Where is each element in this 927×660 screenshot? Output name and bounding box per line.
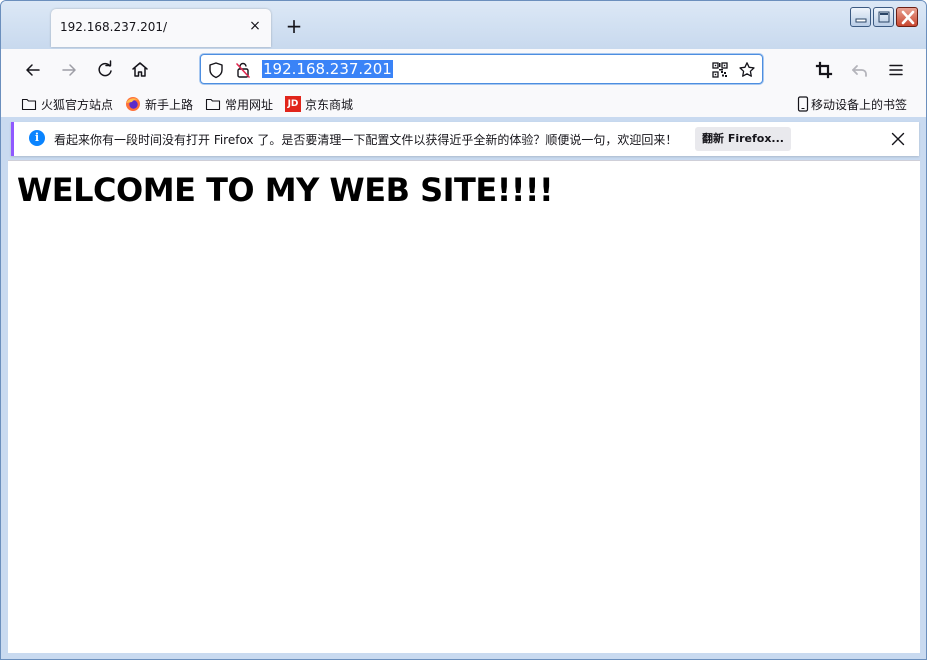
- screenshot-button[interactable]: [812, 58, 836, 82]
- shield-icon[interactable]: [207, 61, 225, 79]
- new-tab-button[interactable]: +: [284, 16, 304, 36]
- bookmark-common-sites[interactable]: 常用网址: [205, 95, 273, 113]
- mobile-bookmarks-label: 移动设备上的书签: [811, 97, 908, 112]
- close-icon[interactable]: [889, 130, 907, 148]
- undo-arrow-icon: [852, 65, 867, 77]
- hamburger-menu-icon: [889, 64, 903, 76]
- close-window-button[interactable]: [896, 7, 918, 27]
- mobile-device-icon: [797, 96, 809, 112]
- page-heading: WELCOME TO MY WEB SITE!!!!: [17, 171, 554, 209]
- bookmark-label: 火狐官方站点: [41, 97, 114, 112]
- minimize-button[interactable]: [850, 7, 871, 27]
- folder-icon: [21, 96, 37, 112]
- undo-button[interactable]: [848, 58, 872, 82]
- info-icon: i: [29, 130, 45, 146]
- qr-code-icon[interactable]: [711, 61, 729, 79]
- reload-icon: [98, 60, 112, 77]
- forward-button[interactable]: [57, 58, 81, 82]
- bookmark-label: 常用网址: [225, 97, 274, 112]
- bookmark-label: 新手上路: [145, 97, 194, 112]
- back-button[interactable]: [21, 58, 45, 82]
- mobile-bookmarks[interactable]: 移动设备上的书签: [797, 95, 907, 113]
- folder-icon: [205, 96, 221, 112]
- notification-message: 看起来你有一段时间没有打开 Firefox 了。是否要清理一下配置文件以获得近乎…: [54, 133, 678, 147]
- arrow-right-icon: [62, 64, 76, 76]
- home-button[interactable]: [128, 58, 152, 82]
- bookmark-jd-mall[interactable]: JD 京东商城: [285, 95, 353, 113]
- crop-icon: [815, 61, 833, 79]
- reload-button[interactable]: [93, 58, 117, 82]
- maximize-button[interactable]: [873, 7, 894, 27]
- bookmark-getting-started[interactable]: 新手上路: [125, 95, 193, 113]
- minimize-icon: [855, 18, 867, 23]
- firefox-icon: [125, 96, 141, 112]
- tab-title: 192.168.237.201/: [60, 20, 168, 34]
- insecure-lock-icon[interactable]: [234, 61, 252, 79]
- bookmark-firefox-official[interactable]: 火狐官方站点: [21, 95, 113, 113]
- star-bookmark-icon[interactable]: [738, 61, 756, 79]
- menu-button[interactable]: [884, 58, 908, 82]
- browser-window: 192.168.237.201/ × + 192.168.237.201 火狐官…: [0, 0, 927, 660]
- notification-bar: i 看起来你有一段时间没有打开 Firefox 了。是否要清理一下配置文件以获得…: [11, 122, 919, 156]
- page-content: WELCOME TO MY WEB SITE!!!!: [8, 160, 920, 653]
- refresh-firefox-button[interactable]: 翻新 Firefox...: [695, 127, 791, 151]
- tab-strip: 192.168.237.201/ × +: [1, 1, 926, 49]
- arrow-left-icon: [26, 64, 40, 76]
- window-controls: [850, 7, 918, 29]
- jd-icon: JD: [285, 96, 301, 112]
- bookmarks-toolbar: 火狐官方站点 新手上路 常用网址 JD 京东商城 移动设备上的书签: [1, 91, 926, 117]
- url-text[interactable]: 192.168.237.201: [262, 60, 393, 78]
- jd-icon-text: JD: [287, 99, 299, 109]
- home-icon: [132, 62, 148, 77]
- close-icon: [901, 10, 915, 25]
- maximize-icon: [878, 11, 890, 23]
- navigation-toolbar: 192.168.237.201: [1, 49, 926, 91]
- url-bar[interactable]: 192.168.237.201: [200, 54, 763, 84]
- bookmark-label: 京东商城: [305, 97, 354, 112]
- tab-active[interactable]: 192.168.237.201/ ×: [51, 9, 271, 47]
- tab-close-icon[interactable]: ×: [247, 18, 263, 34]
